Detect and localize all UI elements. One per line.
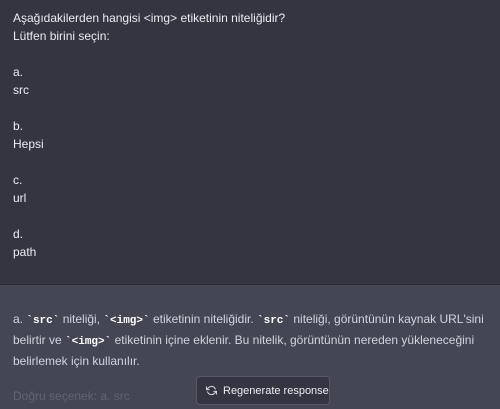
option-d-text: path [13,245,37,259]
option-a-text: src [13,83,29,97]
answer-line-1: a. `src` niteliği, `<img>` etiketinin ni… [13,312,484,328]
inline-code: `src` [257,315,291,327]
option-b-text: Hepsi [13,137,44,151]
option-d-letter: d. [13,227,24,241]
question-instruction: Lütfen birini seçin: [13,29,110,43]
option-c-letter: c. [13,173,23,187]
option-b-letter: b. [13,119,24,133]
answer-text: a. [13,312,27,326]
inline-code: `<img>` [103,315,150,327]
answer-text: belirtir ve [13,333,66,347]
answer-line-2: belirtir ve `<img>` etiketinin içine ekl… [13,333,474,349]
regenerate-label: Regenerate response [223,384,329,397]
answer-text: etiketinin niteliğidir. [149,312,257,326]
answer-text: niteliği, [59,312,104,326]
answer-final: Doğru seçenek: a. src [13,389,130,403]
user-message: Aşağıdakilerden hangisi <img> etiketinin… [0,0,500,285]
option-a-letter: a. [13,65,24,79]
option-c-text: url [13,191,27,205]
refresh-icon [206,385,217,396]
inline-code: `src` [26,315,60,327]
answer-text: etiketinin içine eklenir. Bu nitelik, gö… [111,333,475,347]
answer-text: niteliği, görüntünün kaynak URL'sini [290,312,484,326]
regenerate-response-button[interactable]: Regenerate response [196,376,330,405]
inline-code: `<img>` [65,336,112,348]
answer-line-3: belirlemek için kullanılır. [13,354,140,368]
question-title: Aşağıdakilerden hangisi <img> etiketinin… [13,11,286,25]
